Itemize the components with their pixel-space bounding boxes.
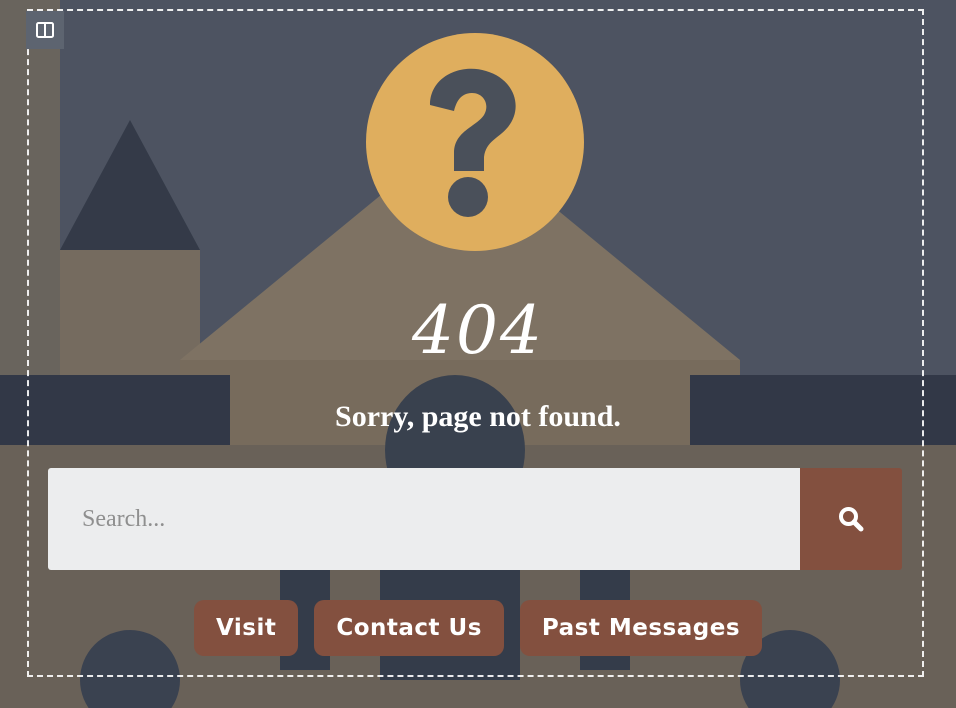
search-input[interactable] xyxy=(48,468,800,570)
contact-us-button[interactable]: Contact Us xyxy=(314,600,504,656)
search-icon xyxy=(839,507,864,532)
past-messages-button[interactable]: Past Messages xyxy=(519,600,763,656)
action-buttons: Visit Contact Us Past Messages xyxy=(0,600,956,656)
layout-toggle-button[interactable] xyxy=(26,11,64,49)
question-mark-icon xyxy=(430,68,516,217)
search-button[interactable] xyxy=(800,468,902,570)
visit-button[interactable]: Visit xyxy=(193,600,299,656)
layout-toggle-icon xyxy=(36,22,54,38)
error-icon-circle xyxy=(366,33,584,251)
error-code: 404 xyxy=(412,292,544,369)
error-message: Sorry, page not found. xyxy=(335,400,621,433)
search-form xyxy=(48,468,902,570)
